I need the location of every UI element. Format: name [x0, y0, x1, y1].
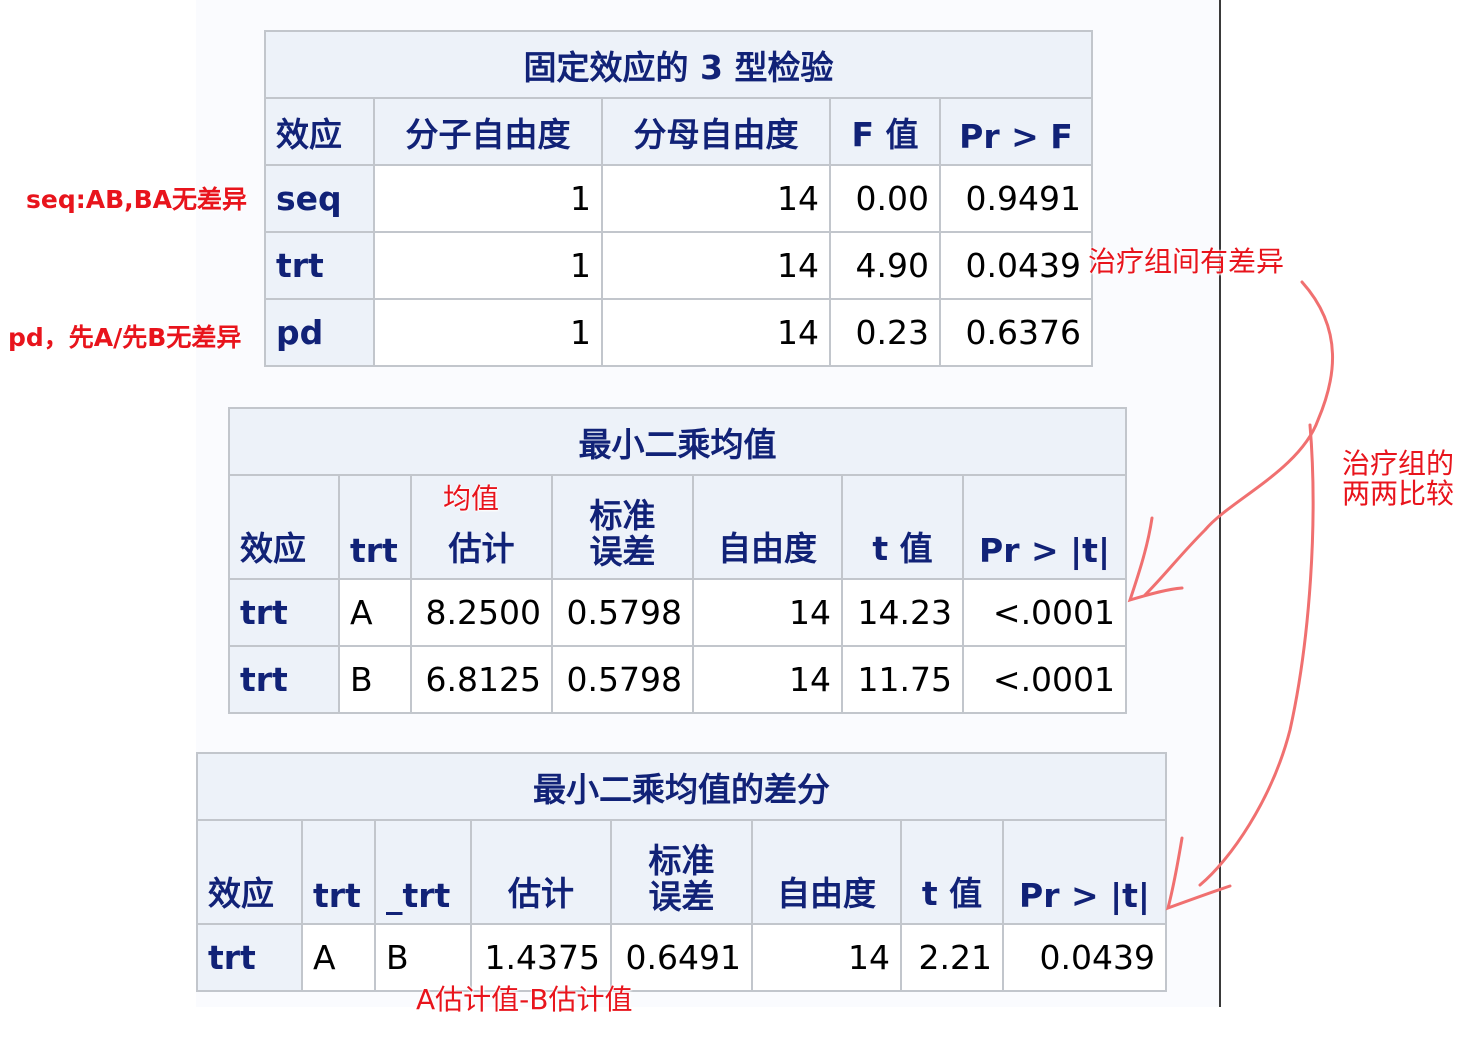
annotation-arrows — [1127, 280, 1335, 911]
arrow-to-diffs-curve — [1198, 423, 1315, 887]
trt-annotation: 治疗组间有差异 — [1088, 245, 1285, 278]
diff-annotation: A估计值-B估计值 — [416, 983, 633, 1016]
pairwise-annotation-line2: 两两比较 — [1342, 477, 1455, 510]
mean-annotation: 均值 — [443, 482, 500, 515]
arrow-head-icon — [1165, 836, 1232, 911]
arrow-to-lsmeans-curve — [1143, 280, 1335, 597]
seq-annotation: seq:AB,BA无差异 — [26, 185, 248, 214]
arrow-head-icon — [1127, 516, 1184, 603]
pd-annotation: pd，先A/先B无差异 — [8, 323, 242, 352]
